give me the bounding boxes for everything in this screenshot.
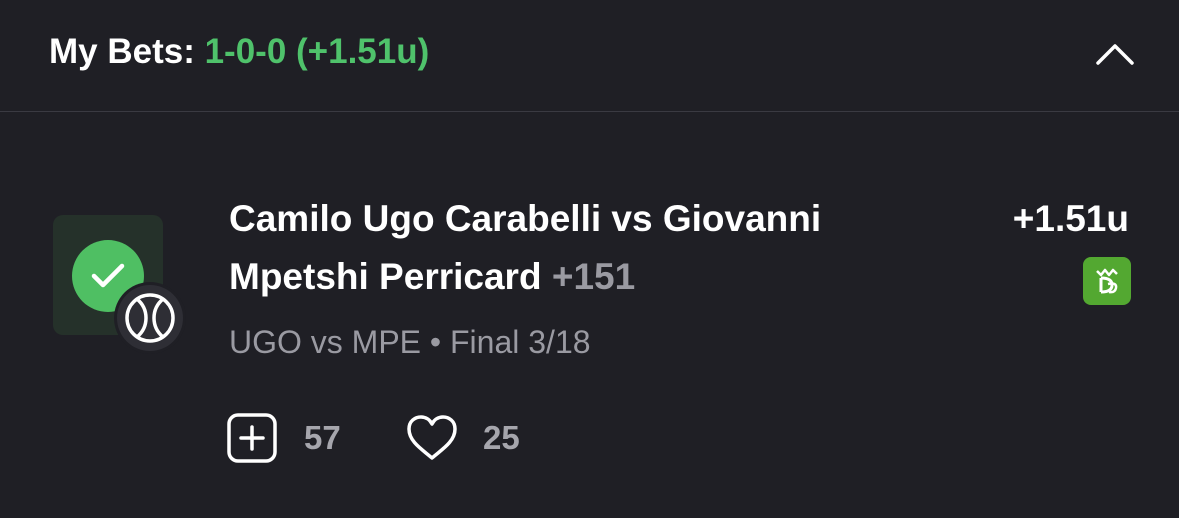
bet-odds: +151	[551, 256, 636, 297]
bets-record: 1-0-0 (+1.51u)	[204, 32, 430, 71]
check-icon	[91, 263, 125, 288]
tennis-ball-icon	[125, 293, 175, 343]
sport-badge	[114, 282, 186, 354]
bet-title: Camilo Ugo Carabelli vs Giovanni Mpetshi…	[229, 190, 949, 306]
chevron-up-icon	[1096, 44, 1134, 65]
tail-button[interactable]: 57	[226, 412, 341, 464]
collapse-button[interactable]	[1091, 34, 1139, 74]
sportsbook-badge	[1083, 257, 1131, 305]
tail-count: 57	[304, 419, 341, 456]
draftkings-logo-icon	[1096, 268, 1118, 294]
like-button[interactable]: 25	[405, 412, 520, 464]
like-count: 25	[483, 419, 520, 456]
heart-icon	[407, 415, 457, 460]
bet-subtitle: UGO vs MPE • Final 3/18	[229, 324, 591, 360]
bets-label: My Bets:	[49, 32, 205, 71]
plus-square-icon	[227, 413, 277, 463]
bets-header-title: My Bets: 1-0-0 (+1.51u)	[49, 30, 429, 74]
bets-header: My Bets: 1-0-0 (+1.51u)	[0, 0, 1179, 112]
bet-result: +1.51u	[1012, 198, 1129, 239]
bet-matchup: Camilo Ugo Carabelli vs Giovanni Mpetshi…	[229, 198, 822, 297]
